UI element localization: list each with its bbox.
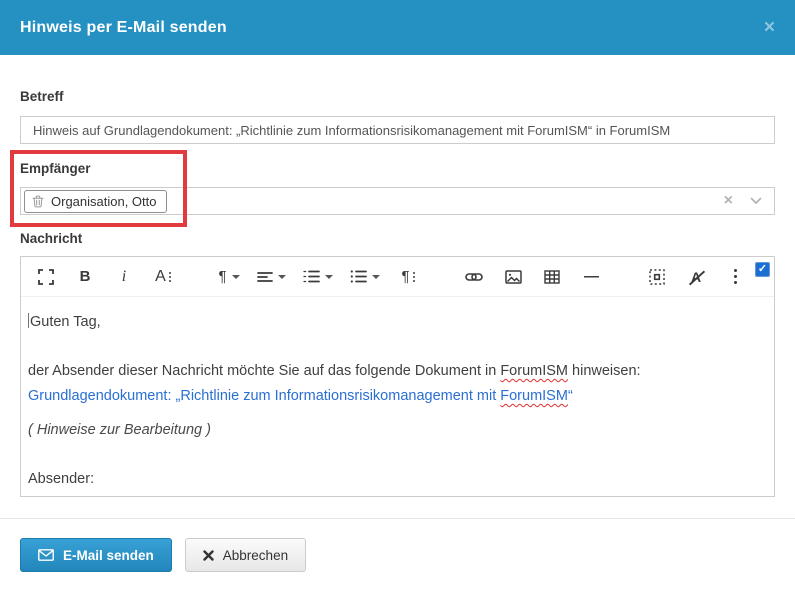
document-link[interactable]: Grundlagendokument: „Richtlinie zum Info… xyxy=(28,384,762,409)
spellcheck-word: ForumISM xyxy=(500,363,568,379)
align-left-icon xyxy=(257,270,273,284)
font-size-button[interactable]: A xyxy=(150,264,176,290)
select-controls: × xyxy=(724,193,762,209)
send-email-button[interactable]: E-Mail senden xyxy=(20,538,172,572)
cancel-button[interactable]: Abbrechen xyxy=(185,538,306,572)
editor-toolbar: B i A ¶ xyxy=(21,257,774,297)
greeting-line: Guten Tag, xyxy=(28,310,762,335)
cancel-x-icon xyxy=(203,550,214,561)
chevron-down-icon[interactable] xyxy=(750,197,762,205)
dropdown-caret-icon xyxy=(232,275,240,279)
select-all-icon xyxy=(649,269,665,285)
spellcheck-word: ForumISM xyxy=(500,388,568,404)
ordered-list-icon xyxy=(303,269,320,284)
dialog-header: Hinweis per E-Mail senden × xyxy=(0,0,795,55)
bold-button[interactable]: B xyxy=(72,264,98,290)
paragraph-style-icon: ¶ xyxy=(401,268,409,285)
italic-button[interactable]: i xyxy=(111,264,137,290)
subject-label: Betreff xyxy=(20,89,775,104)
send-email-label: E-Mail senden xyxy=(63,548,154,563)
align-button[interactable] xyxy=(255,264,288,290)
paragraph-style-dots-icon xyxy=(413,272,415,282)
bullet-list-button[interactable] xyxy=(348,264,382,290)
table-icon xyxy=(544,270,560,284)
bold-icon: B xyxy=(80,268,91,285)
recipient-label: Empfänger xyxy=(20,161,775,176)
email-hint-dialog: Hinweis per E-Mail senden × Betreff Empf… xyxy=(0,0,795,589)
sender-line: Absender: xyxy=(28,467,762,492)
font-size-dots-icon xyxy=(169,272,171,282)
bullet-list-icon xyxy=(350,269,367,284)
paragraph-icon: ¶ xyxy=(218,268,226,285)
insert-table-button[interactable] xyxy=(539,264,565,290)
editor-content[interactable]: Guten Tag, der Absender dieser Nachricht… xyxy=(21,297,774,492)
subject-input[interactable] xyxy=(20,116,775,144)
cancel-label: Abbrechen xyxy=(223,548,288,563)
paragraph-format-button[interactable]: ¶ xyxy=(216,264,242,290)
insert-link-button[interactable] xyxy=(461,264,487,290)
fullscreen-icon xyxy=(38,269,54,285)
editing-note-line: ( Hinweise zur Bearbeitung ) xyxy=(28,418,762,443)
insert-image-button[interactable] xyxy=(500,264,526,290)
recipient-tag-label: Organisation, Otto xyxy=(51,194,157,209)
intro-line: der Absender dieser Nachricht möchte Sie… xyxy=(28,359,762,384)
blank-line xyxy=(28,409,762,418)
checkmark-icon: ✓ xyxy=(758,264,767,275)
horizontal-rule-button[interactable]: — xyxy=(578,264,604,290)
rich-text-editor: B i A ¶ xyxy=(20,256,775,497)
dialog-title: Hinweis per E-Mail senden xyxy=(20,19,227,37)
more-options-icon xyxy=(734,269,737,284)
dropdown-caret-icon xyxy=(372,275,380,279)
blank-line xyxy=(28,443,762,467)
select-all-button[interactable] xyxy=(644,264,670,290)
font-size-icon: A xyxy=(155,268,166,286)
fullscreen-button[interactable] xyxy=(33,264,59,290)
trash-icon[interactable] xyxy=(32,195,44,208)
horizontal-rule-icon: — xyxy=(584,268,598,285)
italic-icon: i xyxy=(122,268,126,286)
message-label: Nachricht xyxy=(20,231,775,246)
ordered-list-button[interactable] xyxy=(301,264,335,290)
recipient-select[interactable]: Organisation, Otto × xyxy=(20,187,775,215)
paragraph-style-button[interactable]: ¶ xyxy=(395,264,421,290)
blank-line xyxy=(28,335,762,359)
clear-formatting-button[interactable]: A xyxy=(683,264,709,290)
dropdown-caret-icon xyxy=(278,275,286,279)
editor-checkbox[interactable]: ✓ xyxy=(755,262,770,277)
close-icon[interactable]: × xyxy=(764,18,775,37)
image-icon xyxy=(505,270,522,284)
envelope-icon xyxy=(38,549,54,561)
dialog-footer: E-Mail senden Abbrechen xyxy=(0,519,795,572)
clear-selection-icon[interactable]: × xyxy=(724,193,733,209)
dialog-body: Betreff Empfänger Organisation, Otto × xyxy=(0,89,795,497)
text-caret xyxy=(28,313,29,328)
link-icon xyxy=(465,270,483,284)
more-options-button[interactable] xyxy=(722,264,748,290)
clear-formatting-icon: A xyxy=(691,269,701,285)
dropdown-caret-icon xyxy=(325,275,333,279)
recipient-tag[interactable]: Organisation, Otto xyxy=(24,190,167,213)
